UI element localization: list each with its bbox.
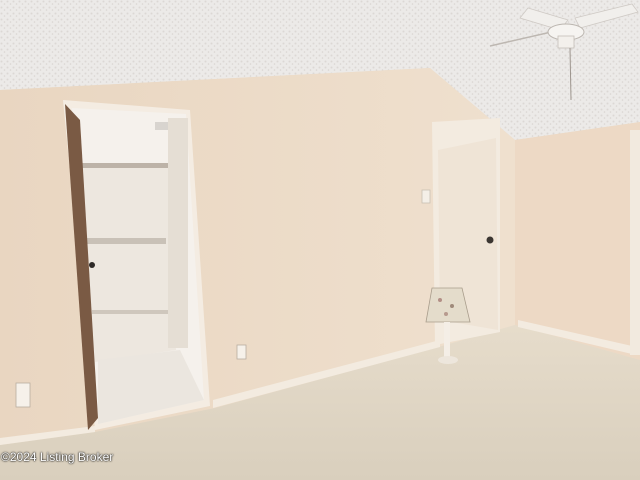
- right-door-trim: [630, 130, 640, 355]
- hallway-door-knob: [486, 236, 494, 244]
- room-photo: ©2024 Listing Broker: [0, 0, 640, 480]
- closet-shelf: [86, 238, 166, 244]
- closet-side-panel: [168, 118, 188, 348]
- closet-shelf-lower: [92, 310, 177, 314]
- closet-rod: [80, 163, 168, 168]
- closet-door-knob: [89, 262, 95, 268]
- listing-watermark: ©2024 Listing Broker: [1, 450, 114, 464]
- light-switch: [421, 189, 431, 204]
- lamp-base: [444, 322, 450, 358]
- room-illustration: [0, 0, 640, 480]
- lamp-foot: [438, 356, 458, 364]
- outlet-center: [236, 344, 247, 360]
- lamp-shade: [425, 287, 471, 323]
- outlet-left: [15, 382, 31, 408]
